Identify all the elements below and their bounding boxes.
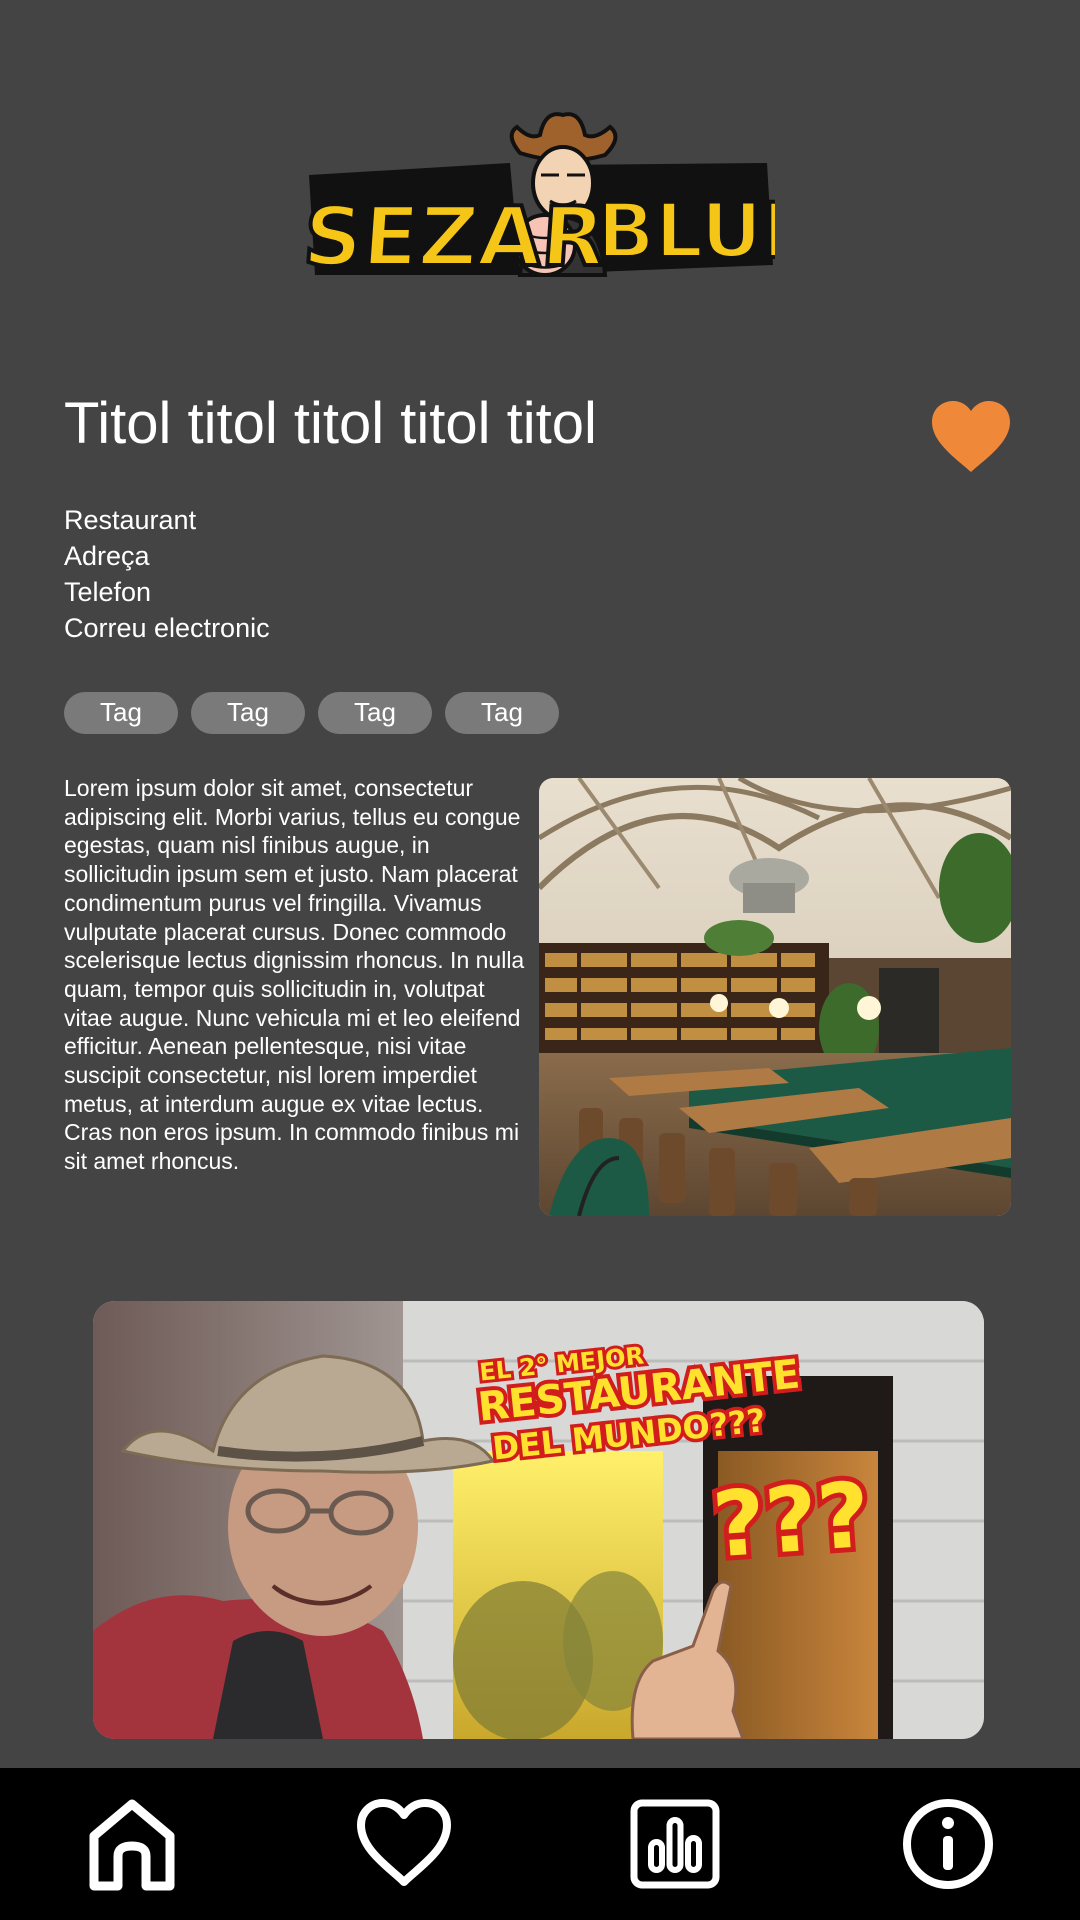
- nav-stats-button[interactable]: [625, 1794, 725, 1894]
- restaurant-description: Lorem ipsum dolor sit amet, consectetur …: [64, 775, 525, 1175]
- restaurant-address: Adreça: [64, 541, 150, 571]
- nav-home-button[interactable]: [82, 1794, 182, 1894]
- tag-chip[interactable]: Tag: [445, 692, 559, 734]
- tag-chip[interactable]: Tag: [64, 692, 178, 734]
- tag-chip[interactable]: Tag: [318, 692, 432, 734]
- page-title: Titol titol titol titol titol: [64, 391, 597, 456]
- nav-favorites-button[interactable]: [354, 1794, 454, 1894]
- tag-list: Tag Tag Tag Tag: [64, 692, 559, 734]
- tag-chip[interactable]: Tag: [191, 692, 305, 734]
- restaurant-email[interactable]: Correu electronic: [64, 610, 270, 646]
- nav-info-button[interactable]: [898, 1794, 998, 1894]
- logo-text-left: SEZAR: [305, 190, 608, 285]
- heart-icon: [357, 1799, 451, 1886]
- chart-icon: [630, 1799, 720, 1889]
- logo-text-right: BLUE: [597, 186, 775, 275]
- heart-filled-icon: [932, 401, 1010, 472]
- restaurant-info: Restaurant Adreça Telefon Correu electro…: [64, 502, 270, 646]
- info-icon: [903, 1799, 993, 1889]
- restaurant-detail-screen: SEZAR BLUE Titol titol titol titol titol…: [0, 0, 1080, 1920]
- favorite-button[interactable]: [928, 398, 1014, 476]
- video-caption-badge: ???: [709, 1463, 873, 1579]
- restaurant-photo: [539, 778, 1011, 1216]
- restaurant-phone[interactable]: Telefon: [64, 574, 270, 610]
- bottom-nav: [0, 1768, 1080, 1920]
- restaurant-name: Restaurant: [64, 505, 197, 535]
- home-icon: [89, 1799, 175, 1891]
- video-thumbnail[interactable]: EL 2° MEJOR RESTAURANTE DEL MUNDO??? ???: [93, 1301, 984, 1739]
- sezar-blue-logo: SEZAR BLUE: [305, 105, 775, 295]
